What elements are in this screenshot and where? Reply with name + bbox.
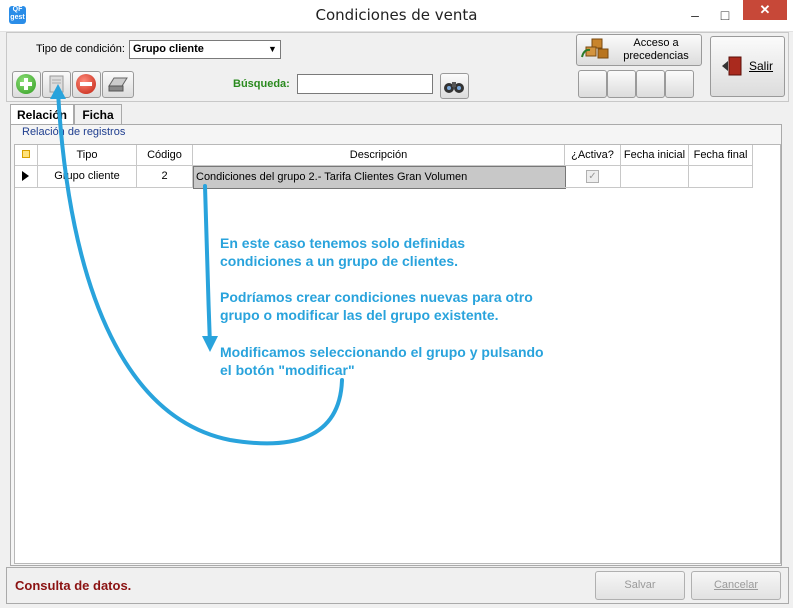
nav-button-4[interactable] [665,70,694,98]
edit-document-icon [49,75,64,93]
cell-activa[interactable]: ✓ [565,166,621,188]
cell-tipo[interactable]: Grupo cliente [38,166,137,188]
search-button[interactable] [440,73,469,99]
condition-type-select[interactable]: Grupo cliente ▼ [129,40,281,59]
nav-button-1[interactable] [578,70,607,98]
precedences-label-line1: Acceso a [633,37,679,49]
row-pointer-icon [15,166,38,188]
chevron-down-icon[interactable]: ▼ [265,41,280,58]
close-button[interactable]: ✕ [743,0,787,20]
column-header-activa[interactable]: ¿Activa? [565,145,621,166]
status-text: Consulta de datos. [15,578,132,593]
add-button[interactable] [12,71,41,98]
window: QF gest Condiciones de venta – □ ✕ Tipo d… [0,0,793,608]
binoculars-icon [444,82,464,93]
exit-door-icon [722,56,742,76]
active-checkbox[interactable]: ✓ [586,170,599,183]
precedences-button[interactable]: Acceso a precedencias [576,34,702,66]
group-title: Relación de registros [20,126,128,138]
column-header-descripcion[interactable]: Descripción [193,145,565,166]
cancel-button[interactable]: Cancelar [691,571,781,600]
tab-relacion[interactable]: Relación [10,104,74,126]
cell-descripcion[interactable]: Condiciones del grupo 2.- Tarifa Cliente… [193,166,566,189]
column-header-fecha-final[interactable]: Fecha final [689,145,753,166]
column-header-codigo[interactable]: Código [137,145,193,166]
cell-fecha-final[interactable] [689,166,753,188]
column-header-fecha-inicial[interactable]: Fecha inicial [621,145,689,166]
print-button[interactable] [102,71,134,98]
boxes-icon [581,38,609,59]
annotation-1: En este caso tenemos solo definidas condi… [220,235,466,269]
tab-ficha[interactable]: Ficha [74,104,122,125]
add-icon [16,74,36,94]
cell-fecha-inicial[interactable] [621,166,689,188]
cell-codigo[interactable]: 2 [137,166,193,188]
nav-button-2[interactable] [607,70,636,98]
condition-type-value: Grupo cliente [133,43,204,55]
annotation-3: Modificamos seleccionando el grupo y pul… [220,344,544,378]
condition-type-label: Tipo de condición: [36,43,125,55]
annotation-2: Podríamos crear condiciones nuevas para … [220,289,533,323]
minimize-button[interactable]: – [682,4,708,26]
select-all-icon[interactable] [15,145,38,166]
maximize-button[interactable]: □ [712,4,738,26]
title-bar: QF gest Condiciones de venta – □ ✕ [0,0,793,32]
modify-button[interactable] [42,71,71,98]
delete-button[interactable] [72,71,101,98]
search-input[interactable] [297,74,433,94]
search-label: Búsqueda: [233,78,290,90]
column-header-tipo[interactable]: Tipo [38,145,137,166]
printer-icon [108,77,128,92]
exit-label: Salir [749,59,774,73]
save-button[interactable]: Salvar [595,571,685,600]
status-bar: Consulta de datos. Salvar Cancelar [6,567,789,604]
window-title: Condiciones de venta [315,6,478,24]
precedences-label-line2: precedencias [623,50,689,62]
delete-icon [76,74,96,94]
exit-button[interactable]: Salir [710,36,785,97]
nav-button-3[interactable] [636,70,665,98]
